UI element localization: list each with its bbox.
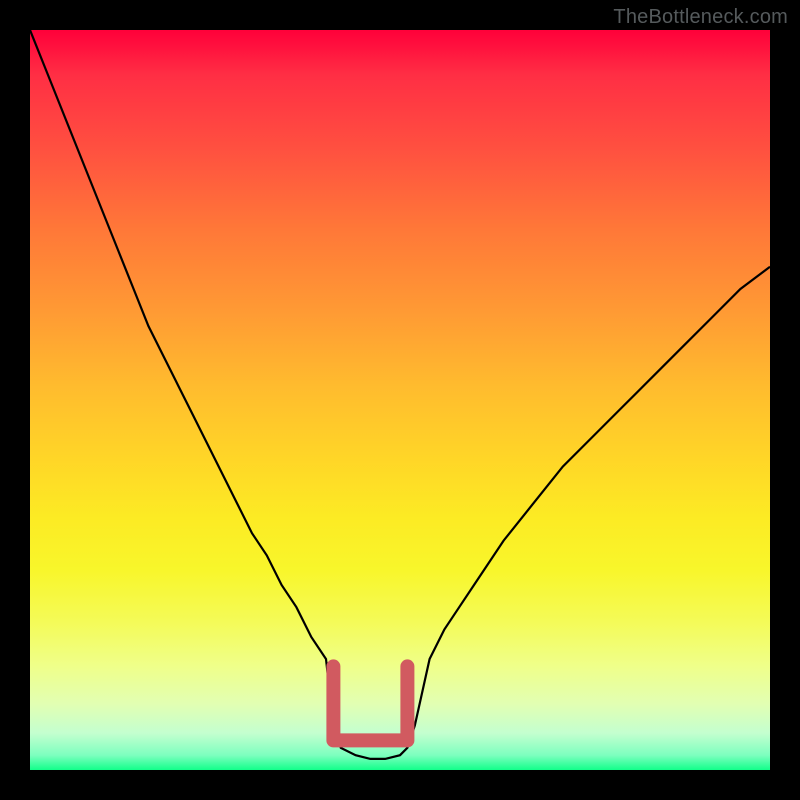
watermark-text: TheBottleneck.com — [613, 6, 788, 29]
chart-stage: TheBottleneck.com — [0, 0, 800, 800]
bottleneck-curve — [30, 30, 770, 759]
curve-path — [30, 30, 770, 759]
sweet-spot-path — [333, 666, 407, 740]
plot-area — [30, 30, 770, 770]
curve-layer — [30, 30, 770, 770]
sweet-spot-cap — [333, 666, 407, 740]
